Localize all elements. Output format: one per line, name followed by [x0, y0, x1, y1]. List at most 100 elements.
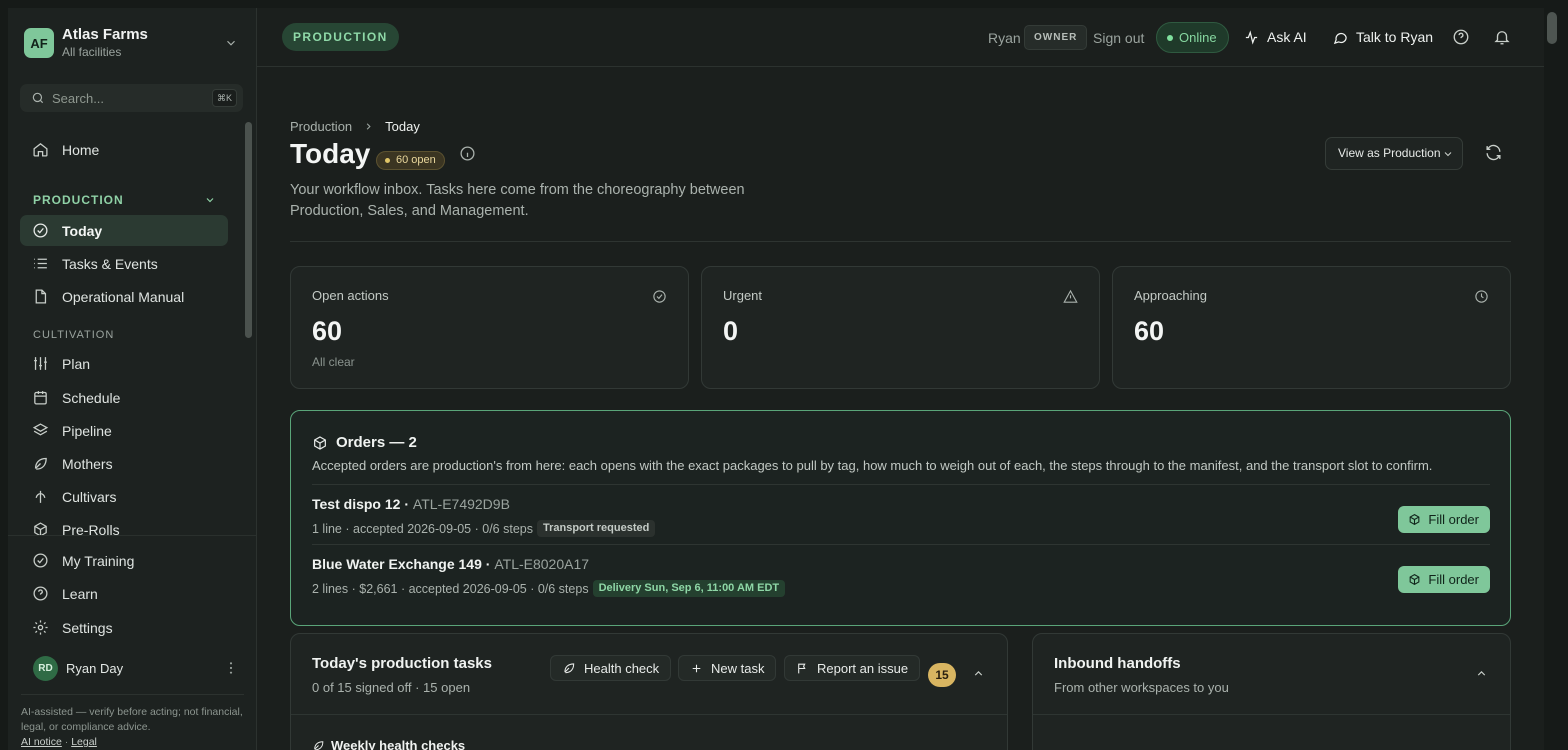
- sidebar-item-label: Mothers: [62, 455, 113, 472]
- main-scrollbar[interactable]: [1547, 12, 1557, 44]
- bell-icon[interactable]: [1493, 28, 1511, 46]
- chevron-up-icon[interactable]: [1475, 667, 1488, 680]
- inbound-handoffs-panel: Inbound handoffs From other workspaces t…: [1032, 633, 1511, 750]
- delivery-tag: Delivery Sun, Sep 6, 11:00 AM EDT: [592, 580, 786, 597]
- section-cultivation: CULTIVATION: [33, 329, 115, 341]
- breadcrumb-today: Today: [385, 119, 420, 134]
- status-badge: Online: [1156, 22, 1229, 53]
- sign-out-link[interactable]: Sign out: [1093, 30, 1144, 46]
- sidebar-item-plan[interactable]: Plan: [20, 348, 228, 379]
- sidebar-item-home[interactable]: Home: [20, 134, 228, 165]
- chevron-down-icon: [224, 36, 238, 50]
- fill-order-button[interactable]: Fill order: [1398, 566, 1490, 593]
- home-icon: [33, 143, 48, 157]
- help-icon[interactable]: [1452, 28, 1470, 46]
- section-production[interactable]: PRODUCTION: [33, 193, 124, 207]
- orders-panel: Orders — 2 Accepted orders are productio…: [290, 410, 1511, 626]
- activity-icon: [1245, 29, 1258, 45]
- chevron-down-icon: [1444, 152, 1452, 157]
- sidebar-item-learn[interactable]: Learn: [20, 578, 228, 609]
- sidebar-item-label: Tasks & Events: [62, 255, 158, 272]
- production-tasks-panel: Today's production tasks 0 of 15 signed …: [290, 633, 1008, 750]
- stat-card-approaching: Approaching 60: [1112, 266, 1511, 389]
- leaf-icon: [34, 457, 47, 470]
- leaf-icon: [564, 663, 575, 674]
- current-user: Ryan: [988, 30, 1021, 46]
- info-icon[interactable]: [459, 145, 476, 162]
- chevron-right-icon: [366, 123, 371, 130]
- sidebar-item-label: Settings: [62, 619, 113, 636]
- order-name: Blue Water Exchange 149 · ATL-E8020A17: [312, 556, 590, 572]
- stat-label: Open actions: [312, 288, 389, 303]
- ai-notice-link[interactable]: AI notice: [21, 736, 62, 748]
- health-check-button[interactable]: Health check: [550, 655, 672, 681]
- panel-title: Inbound handoffs: [1054, 655, 1181, 672]
- gear-icon: [33, 620, 48, 635]
- sidebar-item-operational-manual[interactable]: Operational Manual: [20, 281, 228, 312]
- legal-link[interactable]: Legal: [71, 736, 97, 748]
- view-as-select[interactable]: View as Production: [1325, 137, 1463, 170]
- check-circle-icon: [33, 223, 48, 238]
- workspace-badge[interactable]: PRODUCTION: [282, 23, 399, 51]
- user-menu[interactable]: RD Ryan Day: [33, 656, 243, 682]
- stat-note: All clear: [312, 355, 355, 369]
- layers-icon: [32, 423, 49, 436]
- sidebar-item-cultivars[interactable]: Cultivars: [20, 481, 228, 512]
- stat-card-open-actions: Open actions 60 All clear: [290, 266, 689, 389]
- role-badge: OWNER: [1024, 25, 1088, 50]
- sidebar-item-settings[interactable]: Settings: [20, 612, 228, 643]
- help-circle-icon: [33, 586, 48, 601]
- ai-disclaimer: AI-assisted — verify before acting; not …: [21, 706, 243, 748]
- fill-order-button[interactable]: Fill order: [1398, 506, 1490, 533]
- package-icon: [314, 435, 326, 450]
- warning-icon: [1063, 289, 1078, 304]
- org-switcher[interactable]: AF Atlas Farms All facilities: [24, 26, 244, 66]
- task-count-badge: 15: [928, 663, 956, 687]
- report-issue-button[interactable]: Report an issue: [784, 655, 921, 681]
- divider: [290, 241, 1511, 242]
- open-count-badge: 60 open: [376, 151, 445, 170]
- list-icon: [34, 258, 47, 269]
- search-shortcut: ⌘K: [211, 89, 237, 107]
- ask-ai-button[interactable]: Ask AI: [1244, 29, 1307, 45]
- sidebar-item-mothers[interactable]: Mothers: [20, 448, 228, 479]
- sidebar-item-label: Pipeline: [62, 422, 112, 439]
- plus-icon: [692, 664, 701, 672]
- divider: [312, 544, 1490, 545]
- sidebar-item-today[interactable]: Today: [20, 215, 228, 246]
- chevron-up-icon[interactable]: [972, 667, 985, 680]
- search-placeholder: Search...: [52, 91, 105, 106]
- sidebar-item-label: Operational Manual: [62, 288, 185, 305]
- order-row[interactable]: Test dispo 12 · ATL-E7492D9B 1 line · ac…: [312, 496, 1490, 546]
- sidebar-item-schedule[interactable]: Schedule: [20, 382, 228, 413]
- refresh-icon[interactable]: [1484, 143, 1503, 162]
- user-name: Ryan Day: [66, 661, 124, 676]
- sidebar-item-label: My Training: [62, 552, 135, 569]
- sidebar-item-my-training[interactable]: My Training: [20, 545, 228, 576]
- more-vertical-icon[interactable]: [223, 660, 239, 676]
- order-row[interactable]: Blue Water Exchange 149 · ATL-E8020A17 2…: [312, 556, 1490, 606]
- panel-subtitle: 0 of 15 signed off · 15 open: [312, 680, 471, 695]
- sidebar-item-tasks-events[interactable]: Tasks & Events: [20, 248, 228, 279]
- sidebar-scrollbar[interactable]: [245, 122, 252, 338]
- stat-value: 60: [312, 316, 343, 346]
- new-task-button[interactable]: New task: [678, 655, 777, 681]
- org-name: Atlas Farms: [62, 26, 148, 43]
- search-input[interactable]: Search... ⌘K: [20, 84, 243, 112]
- document-icon: [35, 289, 47, 304]
- breadcrumb-production[interactable]: Production: [290, 119, 352, 134]
- breadcrumb: Production Today: [290, 119, 420, 134]
- chevron-down-icon[interactable]: [204, 194, 216, 206]
- topbar: PRODUCTION Ryan OWNER Sign out Online As…: [257, 8, 1544, 67]
- talk-to-ryan-button[interactable]: Talk to Ryan: [1333, 29, 1433, 45]
- divider: [1033, 714, 1510, 715]
- divider: [291, 714, 1007, 715]
- message-icon: [1333, 32, 1347, 44]
- search-icon: [31, 91, 45, 105]
- sidebar-item-label: Cultivars: [62, 488, 117, 505]
- panel-subtitle: From other workspaces to you: [1054, 680, 1229, 695]
- sidebar-item-pipeline[interactable]: Pipeline: [20, 415, 228, 446]
- orders-description: Accepted orders are production's from he…: [312, 458, 1433, 473]
- orders-title: Orders — 2: [336, 434, 417, 451]
- sidebar-item-label: Home: [62, 141, 100, 158]
